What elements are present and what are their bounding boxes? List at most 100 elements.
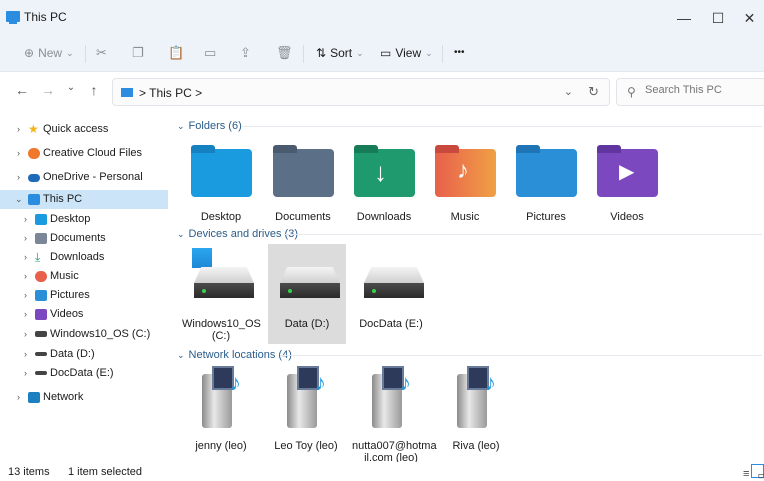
folder-tile-desktop[interactable]: Desktop xyxy=(182,137,260,225)
view-button[interactable]: ▭ View ⌄ xyxy=(380,42,433,64)
chevron-down-icon: ⌄ xyxy=(66,48,74,58)
sidebar-item-label: Music xyxy=(50,270,79,282)
selection-count: 1 item selected xyxy=(68,466,142,478)
sidebar-item-label: Downloads xyxy=(50,251,105,263)
address-bar[interactable]: > This PC > ⌄ ↻ xyxy=(112,78,610,106)
sidebar-item-label: DocData (E:) xyxy=(50,367,114,379)
up-button[interactable]: ↑ xyxy=(86,82,102,98)
group-header-drives[interactable]: ⌄ Devices and drives (3) xyxy=(177,226,298,242)
sidebar-item-windows-drive[interactable]: › Windows10_OS (C:) xyxy=(0,325,168,344)
sidebar-item-onedrive[interactable]: › OneDrive - Personal xyxy=(0,168,168,187)
more-options-button[interactable]: ••• xyxy=(454,42,465,64)
chevron-down-icon: ⌄ xyxy=(356,48,364,58)
title-bar: This PC — ☐ ✕ xyxy=(0,0,764,34)
pictures-folder-icon xyxy=(516,145,577,197)
sidebar-item-downloads[interactable]: › ⤓ Downloads xyxy=(0,248,168,267)
breadcrumb[interactable]: > This PC > xyxy=(139,86,202,100)
sidebar-item-label: Data (D:) xyxy=(50,348,95,360)
share-button[interactable]: ⇪ xyxy=(240,42,251,64)
search-box[interactable]: ⚲ xyxy=(616,78,764,106)
music-note-icon: ♪ xyxy=(457,157,469,184)
refresh-button[interactable]: ↻ xyxy=(588,84,599,100)
chevron-right-icon: › xyxy=(24,252,27,262)
network-tile-leo-toy[interactable]: ♪ Leo Toy (leo) xyxy=(267,364,345,462)
address-history-dropdown[interactable]: ⌄ xyxy=(564,85,573,98)
chevron-right-icon: › xyxy=(17,148,20,158)
view-label: View xyxy=(395,46,422,60)
pictures-icon xyxy=(35,290,47,301)
rename-icon: ▭ xyxy=(204,45,217,60)
scissors-icon: ✂ xyxy=(96,45,107,60)
sidebar-item-docdata-drive[interactable]: › DocData (E:) xyxy=(0,364,168,383)
group-divider xyxy=(284,234,762,235)
maximize-button[interactable]: ☐ xyxy=(701,6,735,30)
tile-label: Music xyxy=(450,211,480,223)
sidebar-item-desktop[interactable]: › Desktop xyxy=(0,210,168,229)
view-icon: ▭ xyxy=(380,46,392,60)
group-header-network[interactable]: ⌄ Network locations (4) xyxy=(177,347,292,363)
chevron-right-icon: › xyxy=(24,290,27,300)
media-server-icon: ♪ xyxy=(372,366,418,428)
recent-locations-button[interactable]: ⌄ xyxy=(63,82,79,93)
tiles-view-icon: ▭ xyxy=(757,470,764,481)
paste-button[interactable]: 📋 xyxy=(168,42,184,64)
sidebar-item-quick-access[interactable]: › ★ Quick access xyxy=(0,120,168,139)
sidebar-item-label: Windows10_OS (C:) xyxy=(50,328,151,340)
tile-label-line1: Leo Toy (leo) xyxy=(274,440,338,452)
close-button[interactable]: ✕ xyxy=(735,6,764,30)
chevron-right-icon: › xyxy=(24,349,27,359)
group-header-label: Network locations (4) xyxy=(188,349,292,361)
sidebar-item-pictures[interactable]: › Pictures xyxy=(0,286,168,305)
minimize-button[interactable]: — xyxy=(667,6,701,30)
toolbar-divider xyxy=(85,45,86,63)
drive-tile-docdata[interactable]: DocData (E:) xyxy=(352,244,430,344)
delete-button[interactable]: 🗑 xyxy=(276,42,293,64)
tiles-view-button[interactable]: ▭ xyxy=(751,464,764,481)
hard-drive-icon xyxy=(194,267,254,298)
group-header-folders[interactable]: ⌄ Folders (6) xyxy=(177,118,242,134)
new-button[interactable]: ⊕ New ⌄ xyxy=(24,42,74,64)
chevron-down-icon: ⌄ xyxy=(425,48,433,58)
drive-tile-data[interactable]: Data (D:) xyxy=(268,244,346,344)
back-button[interactable]: ← xyxy=(14,82,30,98)
folder-tile-documents[interactable]: Documents xyxy=(264,137,342,225)
network-tile-jenny[interactable]: ♪ jenny (leo) xyxy=(182,364,260,462)
network-tile-riva[interactable]: ♪ Riva (leo) xyxy=(437,364,515,462)
download-arrow-icon: ⤓ xyxy=(35,250,41,264)
folder-tile-pictures[interactable]: Pictures xyxy=(507,137,585,225)
forward-button[interactable]: → xyxy=(40,82,56,98)
download-arrow-icon: ↓ xyxy=(374,157,387,187)
folder-tile-music[interactable]: ♪ Music xyxy=(426,137,504,225)
plus-circle-icon: ⊕ xyxy=(24,46,35,60)
drive-icon xyxy=(35,352,47,356)
chevron-down-icon: ⌄ xyxy=(177,228,185,239)
cut-button[interactable]: ✂ xyxy=(96,42,107,64)
sidebar-item-creative-cloud[interactable]: › Creative Cloud Files xyxy=(0,144,168,163)
copy-button[interactable]: ❐ xyxy=(132,42,144,64)
play-icon: ▶ xyxy=(619,161,635,183)
sidebar-item-network[interactable]: › Network xyxy=(0,388,168,407)
chevron-right-icon: › xyxy=(17,392,20,402)
sidebar-item-data-drive[interactable]: › Data (D:) xyxy=(0,345,168,364)
music-icon xyxy=(35,271,47,282)
network-tile-nutta[interactable]: ♪ nutta007@hotma il.com (leo) xyxy=(352,364,437,464)
hard-drive-icon xyxy=(364,267,424,298)
search-input[interactable] xyxy=(645,84,760,96)
sidebar-item-music[interactable]: › Music xyxy=(0,267,168,286)
folder-tile-downloads[interactable]: ↓ Downloads xyxy=(345,137,423,225)
chevron-down-icon: ⌄ xyxy=(177,120,185,131)
sort-button[interactable]: ⇅ Sort ⌄ xyxy=(316,42,364,64)
details-view-button[interactable]: ≡ xyxy=(736,464,750,480)
sidebar-item-this-pc[interactable]: ⌄ This PC xyxy=(0,190,168,209)
creative-cloud-icon xyxy=(28,148,40,159)
sidebar-item-documents[interactable]: › Documents xyxy=(0,229,168,248)
drive-tile-windows[interactable]: Windows10_OS (C:) xyxy=(182,244,261,344)
status-bar: 13 items 1 item selected ≡ ▭ xyxy=(0,462,764,481)
sidebar-item-videos[interactable]: › Videos xyxy=(0,305,168,324)
rename-button[interactable]: ▭ xyxy=(204,42,216,64)
videos-icon xyxy=(35,309,47,320)
music-folder-icon: ♪ xyxy=(435,145,496,197)
folder-tile-videos[interactable]: ▶ Videos xyxy=(588,137,666,225)
sort-icon: ⇅ xyxy=(316,46,327,60)
chevron-down-icon: ⌄ xyxy=(15,194,23,204)
